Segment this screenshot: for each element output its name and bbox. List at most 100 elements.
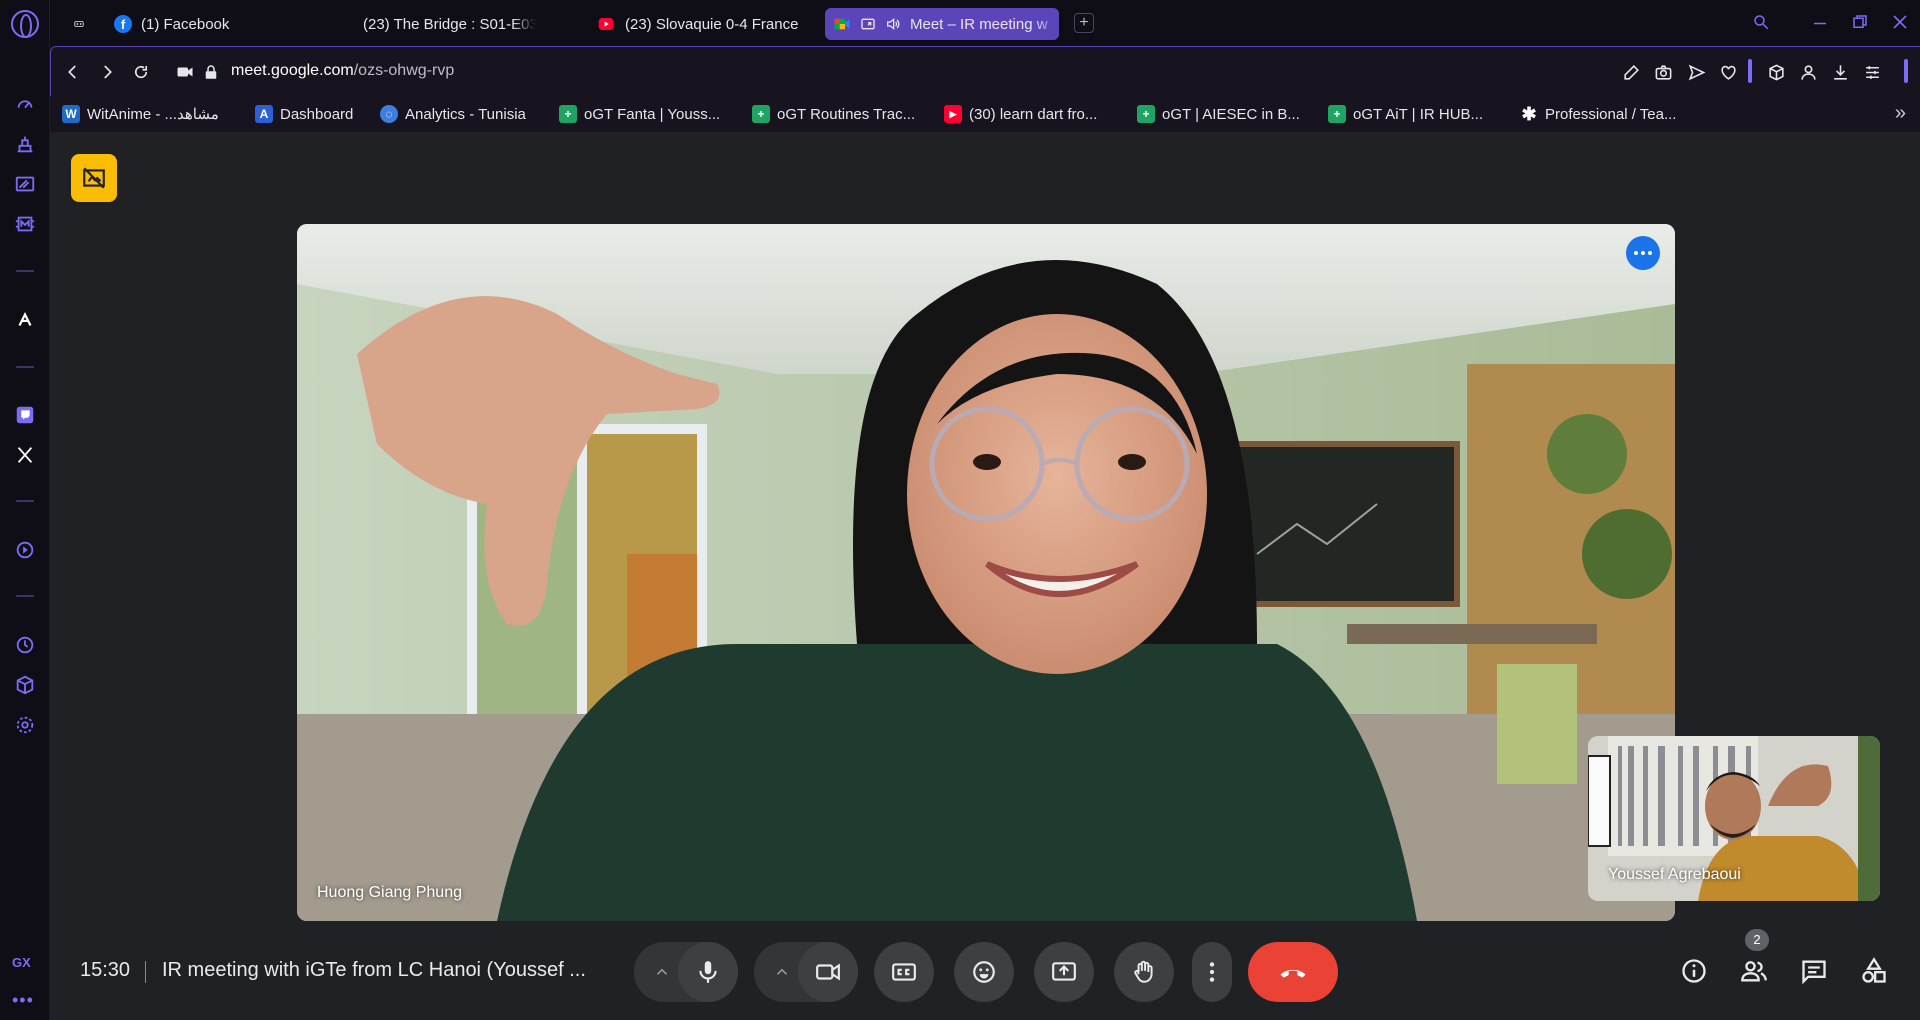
speed-dial-icon[interactable]: [13, 92, 37, 116]
bookmark-ogt-ait[interactable]: + oGT AiT | IR HUB...: [1328, 101, 1483, 127]
bookmark-label: Dashboard: [280, 105, 354, 123]
meeting-title: IR meeting with iGTe from LC Hanoi (Yous…: [162, 959, 586, 981]
bookmark-label: oGT AiT | IR HUB...: [1353, 105, 1484, 123]
aria-icon[interactable]: [13, 308, 37, 332]
opera-logo-icon[interactable]: [11, 10, 39, 38]
tab-meet-active[interactable]: Meet – IR meeting w: [825, 8, 1059, 40]
witanime-icon: W: [62, 105, 80, 123]
meeting-details-button[interactable]: [1676, 953, 1712, 989]
twitch-icon[interactable]: [13, 403, 37, 427]
new-tab-button[interactable]: +: [1074, 13, 1094, 33]
address-bar: meet.google.com/ozs-ohwg-rvp: [50, 46, 1920, 96]
sidebar-separator: [16, 595, 34, 597]
gx-corner-icon[interactable]: [13, 132, 37, 156]
tab-strip: f (1) Facebook (23) The Bridge : S01-E03…: [50, 0, 1920, 46]
bookmark-analytics-tunisia[interactable]: ◌ Analytics - Tunisia: [380, 101, 526, 127]
sidebar-more-icon[interactable]: •••: [12, 990, 34, 1011]
tab-media-icon[interactable]: [66, 8, 92, 40]
participant-count-badge: 2: [1745, 929, 1769, 951]
restore-icon[interactable]: [1848, 10, 1872, 34]
main-video-tile[interactable]: [297, 224, 1675, 921]
forward-button[interactable]: [95, 60, 119, 84]
heart-icon[interactable]: [1717, 61, 1739, 83]
bookmark-learn-dart[interactable]: ▶ (30) learn dart fro...: [944, 101, 1097, 127]
video-options-chevron-icon[interactable]: [768, 958, 796, 986]
snapshot-camera-icon[interactable]: [1652, 61, 1674, 83]
raise-hand-button[interactable]: [1114, 942, 1174, 1002]
hang-up-icon: [1280, 969, 1306, 978]
bookmark-dashboard[interactable]: A Dashboard: [255, 101, 353, 127]
browser-window: GX ••• f (1) Facebook (23) The Bridge : …: [0, 0, 1920, 1020]
camera-button[interactable]: [798, 942, 858, 1002]
chat-button[interactable]: [1796, 953, 1832, 989]
bookmark-ogt-routines[interactable]: + oGT Routines Trac...: [752, 101, 915, 127]
bookmark-label: oGT Fanta | Youss...: [584, 105, 721, 123]
microphone-button[interactable]: [678, 942, 738, 1002]
download-icon[interactable]: [1829, 61, 1851, 83]
profile-icon[interactable]: [1797, 61, 1819, 83]
bookmarks-overflow-icon[interactable]: »: [1895, 102, 1906, 125]
captions-button[interactable]: [874, 942, 934, 1002]
leave-call-button[interactable]: [1248, 942, 1338, 1002]
sidebar-separator: [16, 270, 34, 272]
people-button[interactable]: [1736, 953, 1772, 989]
aiesec-icon: A: [255, 105, 273, 123]
hand-icon: [1134, 960, 1153, 983]
extensions-icon[interactable]: [1765, 61, 1787, 83]
camera-in-use-icon[interactable]: [173, 60, 197, 84]
player-icon[interactable]: [13, 538, 37, 562]
bookmark-ogt-aiesec[interactable]: + oGT | AIESEC in B...: [1137, 101, 1300, 127]
reactions-button[interactable]: [954, 942, 1014, 1002]
title-divider: [145, 961, 146, 983]
settings-gear-icon[interactable]: [13, 713, 37, 737]
accent-divider: [1748, 59, 1752, 83]
more-options-button[interactable]: [1192, 942, 1232, 1002]
accent-divider: [1904, 59, 1908, 83]
send-icon[interactable]: [1685, 61, 1707, 83]
sheets-icon: +: [1137, 105, 1155, 123]
back-button[interactable]: [61, 60, 85, 84]
picture-in-picture-icon[interactable]: [860, 16, 876, 32]
lock-icon[interactable]: [199, 60, 223, 84]
speaker-icon[interactable]: [885, 16, 901, 32]
bookmark-ogt-fanta[interactable]: + oGT Fanta | Youss...: [559, 101, 720, 127]
audio-options-chevron-icon[interactable]: [648, 958, 676, 986]
minimize-icon[interactable]: [1808, 10, 1832, 34]
tab-facebook[interactable]: f (1) Facebook: [106, 8, 336, 40]
ram-limiter-icon[interactable]: [13, 212, 37, 236]
activities-button[interactable]: [1856, 953, 1892, 989]
bookmark-label: Analytics - Tunisia: [405, 105, 526, 123]
gx-label[interactable]: GX: [12, 955, 31, 970]
present-screen-button[interactable]: [1034, 942, 1094, 1002]
url-path: /ozs-ohwg-rvp: [353, 62, 455, 79]
x-twitter-icon[interactable]: [13, 443, 37, 467]
sidebar-separator: [16, 366, 34, 368]
easy-setup-icon[interactable]: [1861, 61, 1883, 83]
chat-icon: [1802, 960, 1826, 985]
microphone-icon: [699, 961, 717, 983]
search-tabs-icon[interactable]: [1749, 10, 1773, 34]
more-vert-icon: [1209, 962, 1215, 982]
bookmark-professional[interactable]: ✱ Professional / Tea...: [1520, 101, 1676, 127]
camera-icon: [816, 963, 840, 981]
bookmark-witanime[interactable]: W WitAnime - ...مشاهد: [62, 101, 219, 127]
tab-label: (1) Facebook: [141, 15, 230, 33]
tile-more-options-button[interactable]: [1626, 236, 1660, 270]
edit-icon[interactable]: [1620, 61, 1642, 83]
extensions-cube-icon[interactable]: [13, 673, 37, 697]
tab-the-bridge[interactable]: (23) The Bridge : S01-E03: [346, 8, 536, 40]
meet-stage: Huong Giang Phung Youssef Agrebaoui 15:3…: [50, 132, 1920, 1020]
camera-off-badge[interactable]: [71, 154, 117, 202]
url-domain: meet.google.com: [231, 62, 354, 79]
emoji-icon: [973, 961, 995, 983]
gamepad-icon: [74, 21, 84, 27]
sheets-icon: +: [559, 105, 577, 123]
reload-button[interactable]: [129, 60, 153, 84]
main-participant-name: Huong Giang Phung: [317, 884, 462, 901]
tab-label: (23) Slovaquie 0-4 France: [625, 15, 799, 33]
url-field[interactable]: meet.google.com/ozs-ohwg-rvp: [231, 62, 454, 80]
history-icon[interactable]: [13, 633, 37, 657]
bookmark-label: oGT | AIESEC in B...: [1162, 105, 1300, 123]
gx-control-icon[interactable]: [13, 172, 37, 196]
close-icon[interactable]: [1888, 10, 1912, 34]
